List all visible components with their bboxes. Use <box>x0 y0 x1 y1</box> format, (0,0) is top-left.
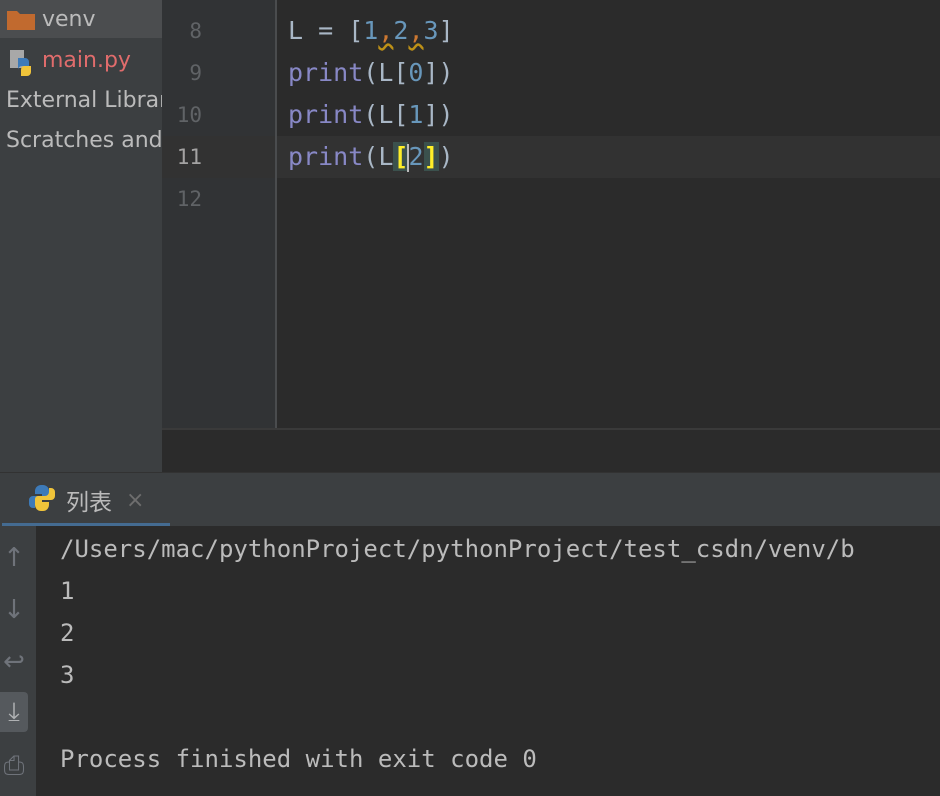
number-token: 1 <box>408 100 424 129</box>
code-token: L = [ <box>288 16 364 45</box>
tree-item-main-py[interactable]: main.py <box>0 40 162 80</box>
code-token: ] <box>438 16 454 45</box>
tree-item-venv[interactable]: venv <box>0 0 162 38</box>
console-line: 1 <box>60 577 75 605</box>
function-token: print <box>288 58 364 87</box>
folder-icon <box>6 7 36 31</box>
code-token: ]) <box>423 100 454 129</box>
code-token: (L[ <box>363 58 409 87</box>
function-token: print <box>288 100 364 129</box>
tree-item-external-libraries[interactable]: External Libraries <box>0 80 162 120</box>
code-token: ]) <box>423 58 454 87</box>
number-token: 0 <box>408 58 424 87</box>
run-tool-window-tabs: 列表 × <box>0 472 940 527</box>
matched-bracket: ] <box>423 142 439 171</box>
close-icon[interactable]: × <box>126 488 144 513</box>
comma-warning: , <box>378 16 394 45</box>
console-line: 3 <box>60 661 75 689</box>
soft-wrap-icon[interactable]: ↩ <box>0 642 28 682</box>
code-token: (L <box>363 142 394 171</box>
line-number: 8 <box>189 19 202 43</box>
run-tab[interactable]: 列表 × <box>0 473 170 527</box>
code-token: ) <box>438 142 454 171</box>
code-token: (L[ <box>363 100 409 129</box>
python-icon <box>28 484 56 516</box>
console-line: /Users/mac/pythonProject/pythonProject/t… <box>60 535 855 563</box>
code-line-8[interactable]: L = [1,2,3] <box>288 10 454 52</box>
number-token: 1 <box>363 16 379 45</box>
code-line-10[interactable]: print(L[1]) <box>288 94 454 136</box>
tree-item-scratches[interactable]: Scratches and Consoles <box>0 120 162 160</box>
project-tree: venv main.py External Libraries Scratche… <box>0 0 162 472</box>
down-arrow-icon[interactable]: ↓ <box>0 590 28 630</box>
tree-item-label: main.py <box>42 47 131 73</box>
line-number-current: 11 <box>176 145 202 169</box>
function-token: print <box>288 142 364 171</box>
editor-horizontal-scroll-area[interactable] <box>162 428 940 474</box>
run-tab-label: 列表 <box>66 490 112 516</box>
number-token: 2 <box>393 16 409 45</box>
number-token: 3 <box>423 16 439 45</box>
console-output[interactable]: /Users/mac/pythonProject/pythonProject/t… <box>36 526 940 796</box>
console-toolbar: ↑ ↓ ↩ ⤓ ⎙ <box>0 526 36 796</box>
line-number: 12 <box>176 187 202 211</box>
tree-item-label: Scratches and Consoles <box>6 127 162 153</box>
line-number: 9 <box>189 61 202 85</box>
console-line: 2 <box>60 619 75 647</box>
console-line: Process finished with exit code 0 <box>60 745 537 773</box>
tree-item-label: venv <box>42 6 96 32</box>
number-token: 2 <box>408 142 424 171</box>
python-file-icon <box>6 48 36 76</box>
code-line-9[interactable]: print(L[0]) <box>288 52 454 94</box>
gutter-divider <box>275 0 277 428</box>
comma-warning: , <box>408 16 424 45</box>
print-icon[interactable]: ⎙ <box>0 746 28 786</box>
current-line-highlight <box>162 136 940 178</box>
matched-bracket: [ <box>393 142 409 171</box>
tree-item-label: External Libraries <box>6 87 162 113</box>
line-number: 10 <box>176 103 202 127</box>
scroll-to-end-icon[interactable]: ⤓ <box>0 692 28 732</box>
up-arrow-icon[interactable]: ↑ <box>0 538 28 578</box>
code-line-11[interactable]: print(L[2]) <box>288 136 454 178</box>
